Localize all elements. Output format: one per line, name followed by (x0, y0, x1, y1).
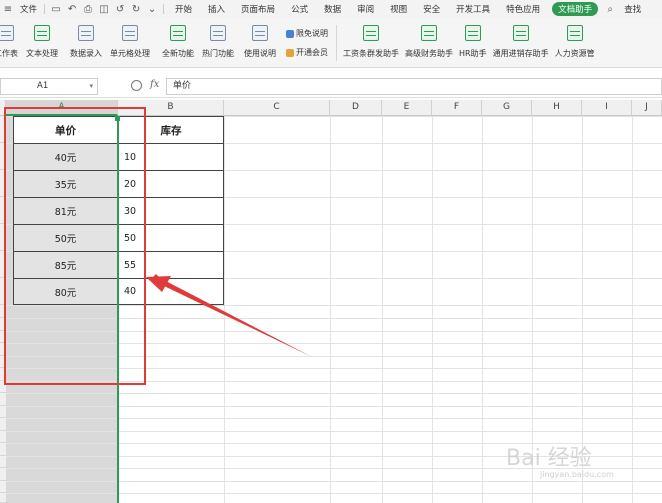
annotation-arrow (146, 274, 312, 357)
annotation-arrow-shaft (151, 274, 312, 357)
baidu-watermark: Bai 经验 (506, 446, 592, 471)
baidu-watermark-url: jingyan.baidu.com (540, 470, 614, 479)
